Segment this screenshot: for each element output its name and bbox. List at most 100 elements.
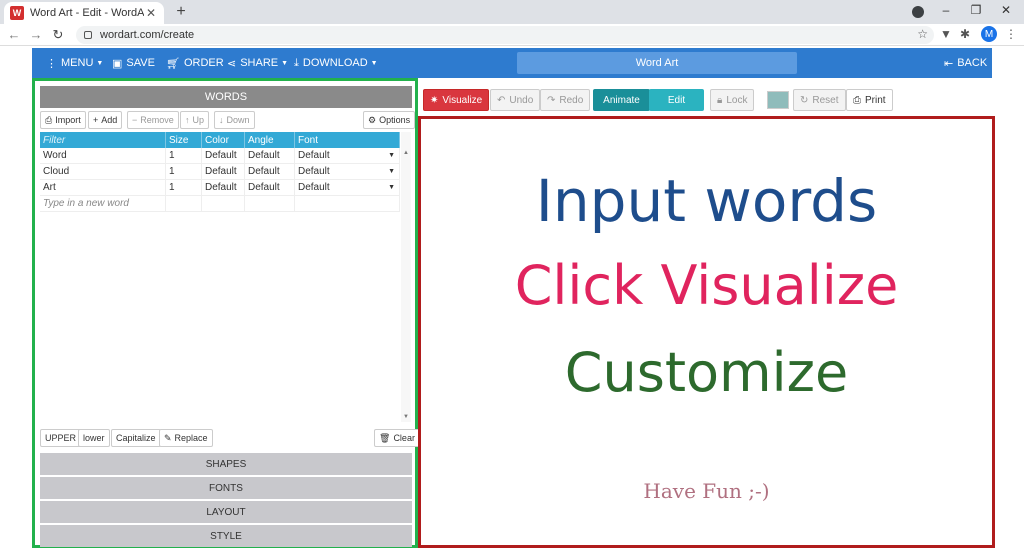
save-label: SAVE: [126, 57, 155, 69]
avatar[interactable]: M: [981, 26, 997, 42]
column-header-color[interactable]: Color: [202, 132, 245, 148]
size-cell[interactable]: 1: [166, 164, 202, 179]
font-cell[interactable]: Default ▼: [295, 180, 400, 195]
minus-icon: −: [132, 115, 138, 125]
dropdown-caret-icon[interactable]: ▼: [388, 152, 399, 159]
dropdown-caret-icon[interactable]: ▼: [388, 168, 399, 175]
maximize-icon[interactable]: ❐: [966, 3, 986, 17]
color-cell[interactable]: Default: [202, 180, 245, 195]
print-button[interactable]: ⎙ Print: [846, 89, 893, 111]
style-section-header[interactable]: STYLE: [40, 525, 412, 547]
words-section-header[interactable]: WORDS: [40, 86, 412, 108]
import-icon: ⎙: [45, 114, 53, 125]
share-button[interactable]: ⋖ SHARE ▼: [227, 48, 288, 78]
forward-icon[interactable]: →: [28, 27, 44, 42]
star-icon[interactable]: ☆: [917, 27, 928, 41]
edit-icon: ✎: [164, 432, 172, 443]
menu-button[interactable]: ⋮ MENU ▼: [46, 48, 103, 78]
puzzle-icon[interactable]: ✱: [960, 27, 970, 41]
uppercase-button[interactable]: UPPER: [40, 429, 82, 447]
visualize-button[interactable]: ✷ Visualize: [423, 89, 490, 111]
lowercase-label: lower: [83, 433, 105, 443]
window-close-icon[interactable]: ✕: [996, 3, 1016, 17]
table-row[interactable]: Word 1 Default Default Default ▼: [40, 148, 400, 164]
table-row[interactable]: Cloud 1 Default Default Default ▼: [40, 164, 400, 180]
font-cell[interactable]: Default ▼: [295, 164, 400, 179]
minimize-icon[interactable]: –: [936, 3, 956, 17]
undo-label: Undo: [509, 94, 534, 106]
remove-button[interactable]: − Remove: [127, 111, 179, 129]
caret-down-icon: ▼: [281, 59, 289, 67]
font-cell[interactable]: Default ▼: [295, 148, 400, 163]
options-button[interactable]: ⚙ Options: [363, 111, 416, 129]
up-button[interactable]: ↑ Up: [180, 111, 210, 129]
magic-wand-icon: ✷: [430, 94, 439, 106]
down-label: Down: [226, 115, 250, 125]
reset-button[interactable]: ↻ Reset: [793, 89, 846, 111]
column-header-angle[interactable]: Angle: [245, 132, 295, 148]
filter-input[interactable]: Filter: [40, 132, 166, 148]
table-row[interactable]: Art 1 Default Default Default ▼: [40, 180, 400, 196]
back-button[interactable]: ⇤ BACK: [944, 48, 987, 78]
kebab-icon[interactable]: ⋮: [1005, 27, 1017, 41]
color-cell[interactable]: Default: [202, 148, 245, 163]
replace-button[interactable]: ✎ Replace: [159, 429, 213, 447]
down-button[interactable]: ↓ Down: [214, 111, 255, 129]
kebab-icon: ⋮: [46, 57, 57, 70]
new-word-input[interactable]: Type in a new word: [40, 196, 166, 211]
capitalize-button[interactable]: Capitalize: [111, 429, 161, 447]
import-button[interactable]: ⎙ Import: [40, 111, 86, 129]
clear-button[interactable]: 🗑︎ Clear: [374, 429, 420, 447]
empty-cell: [202, 196, 245, 211]
order-button[interactable]: 🛒︎ ORDER: [166, 48, 224, 78]
dropdown-caret-icon[interactable]: ▼: [388, 184, 399, 191]
animate-button[interactable]: Animate: [593, 89, 650, 111]
color-cell[interactable]: Default: [202, 164, 245, 179]
lock-button[interactable]: 🔒︎ Lock: [710, 89, 755, 111]
new-tab-button[interactable]: +: [172, 3, 190, 21]
word-art-canvas[interactable]: Input words Click Visualize Customize Ha…: [418, 116, 995, 548]
import-label: Import: [55, 115, 81, 125]
extension-icon[interactable]: ▼: [940, 27, 952, 41]
save-button[interactable]: ▣ SAVE: [112, 48, 155, 78]
add-button[interactable]: + Add: [88, 111, 123, 129]
size-cell[interactable]: 1: [166, 180, 202, 195]
reload-icon[interactable]: ↻: [50, 27, 66, 43]
options-label: Options: [379, 115, 411, 125]
word-cell[interactable]: Cloud: [40, 164, 166, 179]
angle-cell[interactable]: Default: [245, 180, 295, 195]
undo-button[interactable]: ↶ Undo: [490, 89, 541, 111]
download-button[interactable]: ⤓ DOWNLOAD ▼: [294, 48, 378, 78]
column-header-size[interactable]: Size: [166, 132, 202, 148]
scroll-down-icon[interactable]: ▼: [403, 414, 409, 420]
column-header-font[interactable]: Font: [295, 132, 400, 148]
clear-label: Clear: [393, 433, 415, 443]
print-label: Print: [865, 94, 886, 106]
browser-tab[interactable]: W Word Art - Edit - WordArt.com ✕: [4, 2, 164, 24]
lowercase-button[interactable]: lower: [78, 429, 110, 447]
download-icon: ⤓: [294, 56, 299, 69]
angle-cell[interactable]: Default: [245, 164, 295, 179]
layout-section-header[interactable]: LAYOUT: [40, 501, 412, 523]
address-bar[interactable]: wordart.com/create ☆: [76, 26, 934, 44]
profile-menu-icon[interactable]: [912, 6, 924, 18]
canvas-line-customize: Customize: [564, 341, 849, 404]
shapes-section-header[interactable]: SHAPES: [40, 453, 412, 475]
fonts-section-header[interactable]: FONTS: [40, 477, 412, 499]
plus-icon: +: [93, 115, 99, 125]
size-cell[interactable]: 1: [166, 148, 202, 163]
angle-cell[interactable]: Default: [245, 148, 295, 163]
back-icon[interactable]: ←: [6, 27, 22, 42]
edit-button[interactable]: Edit: [649, 89, 704, 111]
artwork-title-field[interactable]: Word Art: [517, 52, 797, 74]
table-scrollbar[interactable]: ▲ ▼: [401, 132, 411, 422]
color-swatch[interactable]: [767, 91, 789, 109]
redo-button[interactable]: ↷ Redo: [540, 89, 591, 111]
word-cell[interactable]: Art: [40, 180, 166, 195]
lock-icon: 🔒︎: [717, 94, 723, 106]
word-cell[interactable]: Word: [40, 148, 166, 163]
caret-down-icon: ▼: [370, 59, 378, 67]
scroll-up-icon[interactable]: ▲: [403, 150, 409, 156]
new-word-row[interactable]: Type in a new word: [40, 196, 400, 212]
close-tab-icon[interactable]: ✕: [144, 6, 158, 20]
